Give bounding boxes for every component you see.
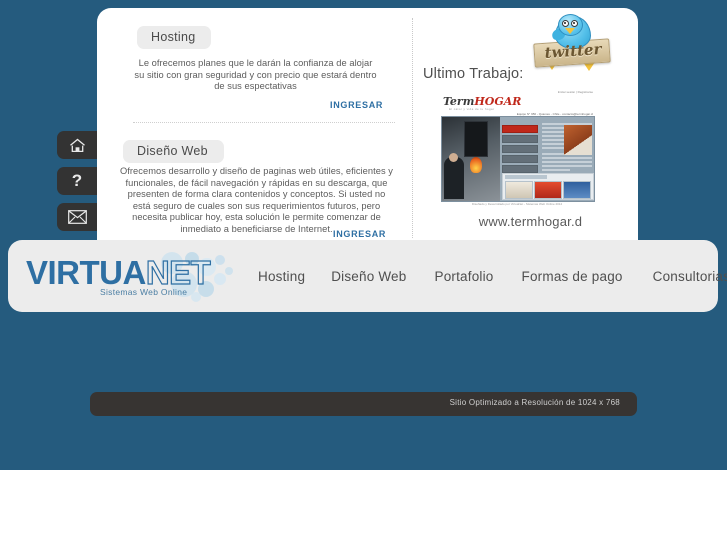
nav-link-portafolio[interactable]: Portafolio xyxy=(432,265,495,288)
preview-footer: Diseñado y Desarrollado por VirtuaNet - … xyxy=(471,202,563,206)
preview-person xyxy=(444,157,464,199)
content-card: Hosting Le ofrecemos planes que le darán… xyxy=(97,8,638,246)
site-logo[interactable]: VIRTUANET Sistemas Web Online xyxy=(24,251,246,303)
sidebar-button-home[interactable] xyxy=(57,131,97,159)
preview-nav-item xyxy=(502,145,538,153)
preview-stove xyxy=(464,121,488,157)
envelope-icon xyxy=(57,203,97,231)
portfolio-preview-image[interactable]: Iniciar sesión | Registrarse TermHOGAR E… xyxy=(439,90,595,210)
section-hosting-cta[interactable]: INGRESAR xyxy=(330,100,383,110)
main-navbar: VIRTUANET Sistemas Web Online Hosting Di… xyxy=(8,240,727,312)
twitter-bird-eye-right-icon xyxy=(571,20,578,27)
page-root: Hosting Le ofrecemos planes que le darán… xyxy=(0,0,727,545)
home-icon xyxy=(57,131,97,159)
content-right-column: twitter Ultimo Trabajo: Iniciar sesión |… xyxy=(423,8,638,246)
twitter-bird-beak-icon xyxy=(565,28,575,34)
preview-product-thumb xyxy=(563,181,591,199)
section-divider xyxy=(133,122,395,123)
preview-fire xyxy=(470,157,482,173)
logo-tagline: Sistemas Web Online xyxy=(100,287,188,297)
sidebar-button-contact[interactable] xyxy=(57,203,97,231)
section-diseno-body: Ofrecemos desarrollo y diseño de paginas… xyxy=(120,166,393,234)
section-hosting-title: Hosting xyxy=(137,26,212,49)
nav-link-diseno-web[interactable]: Diseño Web xyxy=(329,265,408,288)
nav-link-formas-de-pago[interactable]: Formas de pago xyxy=(520,265,625,288)
question-mark-icon: ? xyxy=(71,171,83,190)
preview-side-image xyxy=(564,125,592,155)
preview-person-head xyxy=(449,153,458,162)
twitter-badge[interactable]: twitter xyxy=(528,14,613,71)
nav-link-consultorias-ti[interactable]: Consultorias T.I. xyxy=(651,265,727,288)
preview-product-thumb xyxy=(534,181,562,199)
portfolio-url[interactable]: www.termhogar.d xyxy=(423,214,638,229)
preview-body xyxy=(441,116,595,202)
footer-resolution-note: Sitio Optimizado a Resolución de 1024 x … xyxy=(449,398,620,407)
logo-wordmark-solid: VIRTUA xyxy=(26,254,146,291)
section-diseno-title: Diseño Web xyxy=(123,140,224,163)
preview-logo-tagline: El calor y vida de tu hogar xyxy=(449,107,495,111)
section-diseno-title-wrap: Diseño Web xyxy=(123,140,224,163)
preview-products-panel xyxy=(502,173,594,200)
section-diseno-cta[interactable]: INGRESAR xyxy=(333,229,386,239)
nav-links: Hosting Diseño Web Portafolio Formas de … xyxy=(256,240,727,312)
preview-nav-item xyxy=(502,125,538,133)
preview-nav-item xyxy=(502,155,538,163)
twitter-bird-eye-left-icon xyxy=(562,20,569,27)
nav-link-hosting[interactable]: Hosting xyxy=(256,265,307,288)
footer-bar: Sitio Optimizado a Resolución de 1024 x … xyxy=(90,392,637,416)
preview-nav-item xyxy=(502,165,538,173)
content-left-column: Hosting Le ofrecemos planes que le darán… xyxy=(97,8,412,246)
preview-hero-photo xyxy=(442,117,500,201)
section-hosting-body: Le ofrecemos planes que le darán la conf… xyxy=(134,58,377,92)
ultimo-trabajo-title: Ultimo Trabajo: xyxy=(423,66,524,82)
preview-top-bar: Iniciar sesión | Registrarse xyxy=(557,90,593,94)
preview-product-thumb xyxy=(505,181,533,199)
sidebar-button-help[interactable]: ? xyxy=(57,167,97,195)
preview-nav-item xyxy=(502,135,538,143)
column-divider xyxy=(412,18,414,238)
logo-wordmark-outline: NET xyxy=(145,253,211,291)
section-hosting-title-wrap: Hosting xyxy=(137,26,212,49)
